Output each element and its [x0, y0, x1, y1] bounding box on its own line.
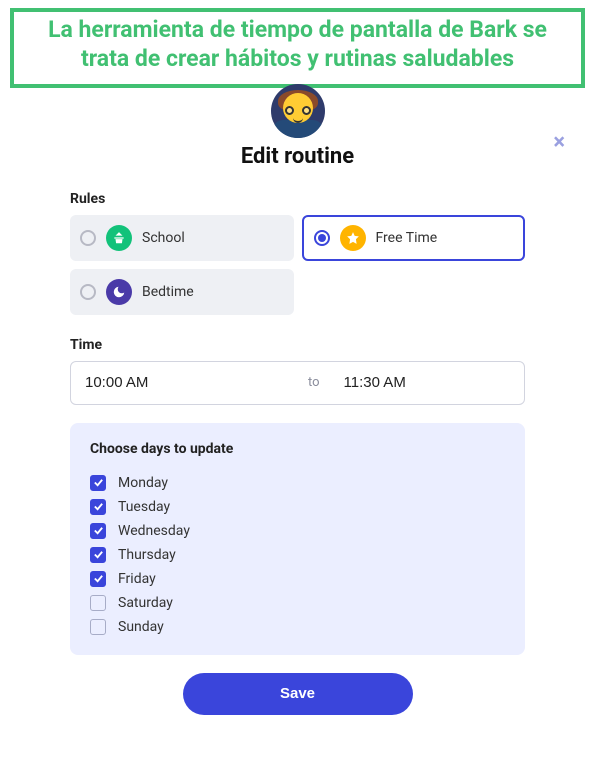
- save-button[interactable]: Save: [183, 673, 413, 715]
- day-label: Thursday: [118, 547, 176, 563]
- rule-label: Free Time: [376, 230, 438, 246]
- rules-grid: School Free Time Bedtime: [70, 215, 525, 315]
- day-label: Wednesday: [118, 523, 190, 539]
- time-to-label: to: [298, 375, 330, 390]
- school-icon: [106, 225, 132, 251]
- checkbox-thursday[interactable]: [90, 547, 106, 563]
- star-icon: [340, 225, 366, 251]
- radio-bedtime[interactable]: [80, 284, 96, 300]
- days-title: Choose days to update: [90, 441, 505, 457]
- day-thursday[interactable]: Thursday: [90, 543, 505, 567]
- checkbox-sunday[interactable]: [90, 619, 106, 635]
- rule-option-school[interactable]: School: [70, 215, 294, 261]
- avatar: [271, 84, 325, 138]
- time-row: to: [70, 361, 525, 405]
- rule-option-bedtime[interactable]: Bedtime: [70, 269, 294, 315]
- day-tuesday[interactable]: Tuesday: [90, 495, 505, 519]
- annotation-banner: La herramienta de tiempo de pantalla de …: [10, 8, 585, 88]
- day-monday[interactable]: Monday: [90, 471, 505, 495]
- time-end-input[interactable]: [330, 374, 557, 391]
- checkbox-friday[interactable]: [90, 571, 106, 587]
- checkbox-tuesday[interactable]: [90, 499, 106, 515]
- rule-option-freetime[interactable]: Free Time: [302, 215, 526, 261]
- day-label: Sunday: [118, 619, 164, 635]
- rule-label: School: [142, 230, 185, 246]
- rule-label: Bedtime: [142, 284, 194, 300]
- day-wednesday[interactable]: Wednesday: [90, 519, 505, 543]
- close-icon[interactable]: ×: [553, 130, 565, 155]
- annotation-text: La herramienta de tiempo de pantalla de …: [22, 16, 573, 74]
- days-box: Choose days to update Monday Tuesday Wed…: [70, 423, 525, 655]
- rules-label: Rules: [70, 191, 525, 207]
- radio-school[interactable]: [80, 230, 96, 246]
- moon-icon: [106, 279, 132, 305]
- radio-freetime[interactable]: [314, 230, 330, 246]
- day-friday[interactable]: Friday: [90, 567, 505, 591]
- time-start-input[interactable]: [71, 374, 298, 391]
- day-label: Saturday: [118, 595, 173, 611]
- checkbox-wednesday[interactable]: [90, 523, 106, 539]
- checkbox-monday[interactable]: [90, 475, 106, 491]
- time-label: Time: [70, 337, 525, 353]
- avatar-wrap: [0, 84, 595, 138]
- day-label: Monday: [118, 475, 168, 491]
- day-saturday[interactable]: Saturday: [90, 591, 505, 615]
- day-label: Tuesday: [118, 499, 170, 515]
- page-title: Edit routine: [0, 144, 595, 169]
- day-label: Friday: [118, 571, 156, 587]
- checkbox-saturday[interactable]: [90, 595, 106, 611]
- day-sunday[interactable]: Sunday: [90, 615, 505, 639]
